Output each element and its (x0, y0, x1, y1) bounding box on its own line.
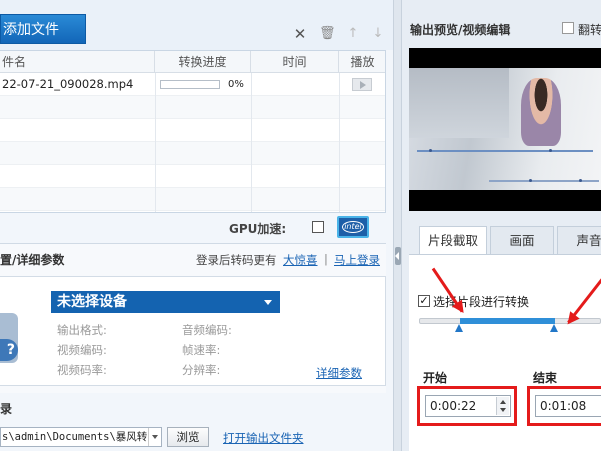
spin-down-icon[interactable] (500, 408, 506, 412)
table-row (0, 188, 385, 211)
play-icon[interactable] (352, 78, 372, 91)
device-select[interactable]: 未选择设备 (51, 291, 280, 313)
column-divider (251, 73, 252, 212)
progress-bar (160, 80, 220, 89)
progress-percent: 0% (228, 79, 244, 90)
video-dot (549, 149, 552, 152)
range-end-handle[interactable] (549, 324, 558, 332)
file-table: 件名 转换进度 时间 播放 22-07-21_090028.mp4 0% (0, 50, 386, 213)
column-header-progress[interactable]: 转换进度 (155, 51, 251, 73)
output-path-value: s\admin\Documents\暴风转 (2, 431, 148, 443)
arrow-up-icon[interactable]: ↑ (346, 27, 360, 41)
link-separator: | (324, 252, 328, 266)
gpu-row: GPU加速: intel (0, 213, 386, 241)
table-row (0, 165, 385, 188)
flip-checkbox[interactable] (562, 22, 574, 34)
chevron-down-icon[interactable] (148, 428, 161, 446)
video-frame (409, 68, 601, 190)
trash-icon[interactable]: 🗑 (319, 27, 336, 41)
column-divider (155, 73, 156, 212)
clip-panel: ✓ 选择片段进行转换 开始 结束 0:00:22 0:01:08 (409, 254, 601, 451)
params-section: 置/详细参数 登录后转码更有 大惊喜 | 马上登录 ? 未选择设备 输出格式: … (0, 243, 386, 393)
table-header: 件名 转换进度 时间 播放 (0, 51, 385, 73)
end-time-input[interactable]: 0:01:08 (535, 395, 601, 417)
output-path-select[interactable]: s\admin\Documents\暴风转 (0, 427, 162, 447)
table-row (0, 96, 385, 119)
column-divider (339, 73, 340, 212)
output-row: 录 s\admin\Documents\暴风转 浏览 打开输出文件夹 (0, 400, 386, 451)
video-timeline (417, 150, 593, 152)
right-panel: 输出预览/视频编辑 翻转 片段截取 画面 声音 ✓ 选择片段进行转换 开始 结束… (402, 0, 601, 451)
video-bitrate-label: 视频码率: (57, 363, 107, 377)
end-label: 结束 (533, 371, 558, 385)
column-header-name[interactable]: 件名 (0, 51, 155, 73)
start-time-spinner[interactable] (496, 397, 509, 415)
start-time-highlight: 0:00:22 (417, 386, 517, 426)
start-time-input[interactable]: 0:00:22 (425, 395, 511, 417)
frame-rate-label: 帧速率: (182, 343, 221, 357)
file-toolbar: 添加文件 ✕ 🗑 ↑ ↓ (0, 0, 393, 50)
preview-title: 输出预览/视频编辑 (410, 23, 511, 37)
column-header-time[interactable]: 时间 (251, 51, 339, 73)
clip-enable-label: 选择片段进行转换 (433, 295, 530, 309)
left-panel: 添加文件 ✕ 🗑 ↑ ↓ 件名 转换进度 时间 播放 22-07-21_0900… (0, 0, 393, 451)
collapse-handle-icon[interactable] (395, 247, 401, 265)
arrow-down-icon[interactable]: ↓ (371, 27, 385, 41)
video-embedded-controls (417, 148, 593, 154)
start-label: 开始 (423, 371, 448, 385)
params-title: 置/详细参数 (0, 253, 65, 267)
video-preview[interactable] (409, 48, 601, 211)
table-row (0, 142, 385, 165)
output-format-label: 输出格式: (57, 323, 107, 337)
open-output-folder-link[interactable]: 打开输出文件夹 (223, 430, 304, 446)
video-dot (429, 149, 432, 152)
chevron-down-icon (264, 300, 272, 305)
device-select-value: 未选择设备 (57, 294, 127, 310)
gpu-label: GPU加速: (229, 222, 287, 236)
browse-button[interactable]: 浏览 (167, 427, 209, 447)
audio-codec-label: 音频编码: (182, 323, 232, 337)
edit-tabs: 片段截取 画面 声音 (419, 226, 601, 255)
video-subject (521, 78, 561, 146)
tab-clip[interactable]: 片段截取 (419, 226, 487, 255)
video-dot (529, 179, 532, 182)
video-lower-bar (489, 180, 599, 182)
end-time-highlight: 0:01:08 (527, 386, 601, 426)
tab-audio[interactable]: 声音 (557, 226, 601, 254)
resolution-label: 分辨率: (182, 363, 221, 377)
tab-picture[interactable]: 画面 (490, 226, 554, 254)
surprise-link[interactable]: 大惊喜 (283, 252, 318, 268)
login-tip: 登录后转码更有 (196, 253, 277, 267)
table-row (0, 119, 385, 142)
end-time-value: 0:01:08 (540, 399, 587, 413)
video-dot (579, 179, 582, 182)
detail-params-link[interactable]: 详细参数 (316, 365, 362, 381)
flip-label: 翻转 (578, 23, 601, 37)
file-name: 22-07-21_090028.mp4 (2, 77, 134, 91)
column-header-play[interactable]: 播放 (339, 51, 385, 73)
login-now-link[interactable]: 马上登录 (334, 252, 380, 268)
panel-divider[interactable] (393, 0, 402, 451)
output-title: 录 (0, 402, 13, 416)
clip-enable-checkbox[interactable]: ✓ (418, 295, 430, 307)
table-body: 22-07-21_090028.mp4 0% (0, 73, 385, 212)
gpu-checkbox[interactable] (312, 221, 324, 233)
intel-logo-icon: intel (342, 221, 364, 233)
intel-gpu-button[interactable]: intel (337, 216, 369, 238)
range-start-handle[interactable] (455, 324, 464, 332)
spin-up-icon[interactable] (500, 400, 506, 404)
clip-range-selection (460, 318, 555, 324)
params-box: ? 未选择设备 输出格式: 视频编码: 视频码率: 音频编码: 帧速率: 分辨率… (0, 276, 386, 386)
add-file-button[interactable]: 添加文件 (0, 14, 86, 44)
close-icon[interactable]: ✕ (293, 27, 307, 42)
annotation-arrow-icon (567, 269, 601, 324)
video-background (409, 68, 509, 138)
video-codec-label: 视频编码: (57, 343, 107, 357)
table-row[interactable]: 22-07-21_090028.mp4 0% (0, 73, 385, 96)
start-time-value: 0:00:22 (430, 399, 477, 413)
